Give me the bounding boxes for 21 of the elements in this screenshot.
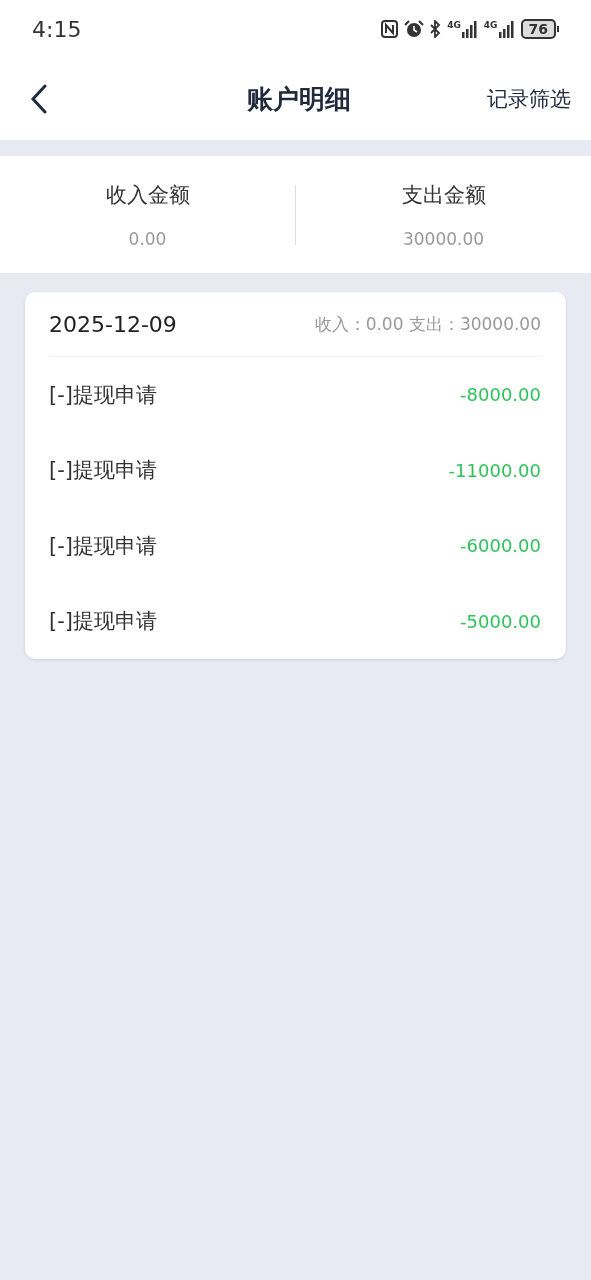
record-amount: -8000.00 (460, 384, 541, 406)
record-title: [-]提现申请 (49, 608, 157, 636)
record-amount: -11000.00 (448, 459, 541, 481)
alarm-icon (404, 19, 425, 39)
record-amount: -6000.00 (460, 535, 541, 557)
record-amount: -5000.00 (460, 610, 541, 632)
record-title: [-]提现申请 (49, 381, 157, 409)
nfc-icon (381, 20, 399, 38)
filter-link[interactable]: 记录筛选 (487, 85, 571, 113)
bluetooth-icon (430, 20, 442, 38)
record-title: [-]提现申请 (49, 457, 157, 485)
summary-label: 收入金额 (105, 181, 190, 209)
status-time: 4:15 (32, 16, 83, 42)
page-title: 账户明细 (246, 82, 351, 116)
date-label: 2025-12-09 (49, 311, 177, 337)
battery-icon: 76 (520, 19, 559, 39)
summary-label: 支出金额 (401, 181, 486, 209)
summary-value: 0.00 (128, 228, 167, 249)
summary-value: 30000.00 (402, 228, 485, 249)
record-title: [-]提现申请 (49, 532, 157, 560)
day-totals: 收入：0.00 支出：30000.00 (314, 312, 541, 336)
